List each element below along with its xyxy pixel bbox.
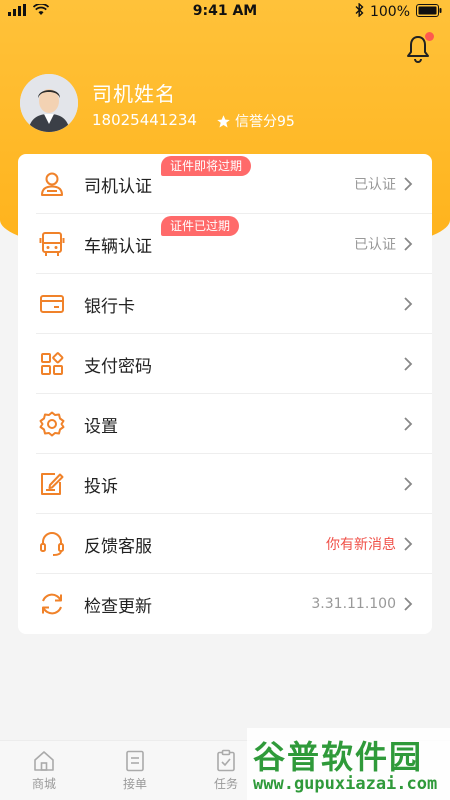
tab-label: 接单 bbox=[122, 777, 147, 791]
edit-icon bbox=[38, 470, 66, 498]
expiry-warning-badge: 证件即将过期 bbox=[161, 156, 252, 176]
battery-icon bbox=[416, 3, 442, 21]
star-icon bbox=[217, 114, 230, 127]
menu-card: 司机认证 证件即将过期 已认证 车辆认证 证件已过期 已认证 银行卡 支付密码 bbox=[18, 154, 432, 634]
card-icon bbox=[38, 290, 66, 318]
watermark: 谷普软件园 www.gupuxiazai.com bbox=[247, 728, 450, 800]
notification-bell-button[interactable] bbox=[404, 32, 434, 64]
menu-item-complaint[interactable]: 投诉 bbox=[18, 454, 432, 514]
chevron-right-icon bbox=[404, 597, 413, 611]
menu-item-label: 车辆认证 bbox=[84, 236, 152, 257]
menu-item-label: 支付密码 bbox=[84, 356, 152, 377]
chevron-right-icon bbox=[404, 537, 413, 551]
tab-orders[interactable]: 接单 bbox=[105, 749, 165, 792]
credit-label: 信誉分95 bbox=[235, 114, 295, 130]
chevron-right-icon bbox=[404, 177, 413, 191]
menu-item-vehicle-auth[interactable]: 车辆认证 证件已过期 已认证 bbox=[18, 214, 432, 274]
menu-item-label: 设置 bbox=[84, 416, 118, 437]
menu-item-label: 司机认证 bbox=[84, 176, 152, 197]
app-version: 3.31.11.100 bbox=[311, 596, 396, 612]
grid-icon bbox=[38, 350, 66, 378]
home-icon bbox=[34, 751, 54, 771]
menu-item-settings[interactable]: 设置 bbox=[18, 394, 432, 454]
status-bar: 9:41 AM 100% bbox=[0, 0, 450, 24]
watermark-logo: 谷普软件园 bbox=[253, 738, 424, 776]
user-icon bbox=[38, 170, 66, 198]
driver-phone: 18025441234 bbox=[92, 111, 197, 129]
chevron-right-icon bbox=[404, 237, 413, 251]
headset-icon bbox=[38, 530, 66, 558]
notification-dot bbox=[425, 32, 434, 41]
bus-icon bbox=[38, 230, 66, 258]
menu-item-label: 银行卡 bbox=[84, 296, 135, 317]
battery-percent: 100% bbox=[369, 4, 410, 20]
chevron-right-icon bbox=[404, 297, 413, 311]
list-icon bbox=[126, 750, 144, 772]
expired-badge: 证件已过期 bbox=[161, 216, 240, 236]
menu-item-payment-password[interactable]: 支付密码 bbox=[18, 334, 432, 394]
driver-name: 司机姓名 bbox=[92, 82, 176, 106]
status-right: 100% bbox=[355, 2, 442, 21]
gear-icon bbox=[38, 410, 66, 438]
tab-label: 商城 bbox=[31, 777, 56, 791]
avatar[interactable] bbox=[20, 74, 78, 132]
bluetooth-icon bbox=[355, 2, 364, 21]
menu-item-feedback-service[interactable]: 反馈客服 你有新消息 bbox=[18, 514, 432, 574]
refresh-icon bbox=[38, 590, 66, 618]
credit-score: 信誉分95 bbox=[216, 111, 295, 131]
menu-item-value: 已认证 bbox=[354, 177, 396, 193]
task-icon bbox=[217, 749, 235, 772]
menu-item-label: 投诉 bbox=[84, 476, 118, 497]
chevron-right-icon bbox=[404, 357, 413, 371]
driver-avatar-icon bbox=[20, 74, 78, 132]
chevron-right-icon bbox=[404, 477, 413, 491]
tab-mall[interactable]: 商城 bbox=[14, 749, 74, 792]
menu-item-label: 检查更新 bbox=[84, 596, 152, 617]
chevron-right-icon bbox=[404, 417, 413, 431]
menu-item-value: 已认证 bbox=[354, 237, 396, 253]
menu-item-check-update[interactable]: 检查更新 3.31.11.100 bbox=[18, 574, 432, 634]
new-message-notice: 你有新消息 bbox=[326, 537, 396, 553]
watermark-url: www.gupuxiazai.com bbox=[253, 774, 438, 794]
menu-item-driver-auth[interactable]: 司机认证 证件即将过期 已认证 bbox=[18, 154, 432, 214]
menu-item-label: 反馈客服 bbox=[84, 536, 152, 557]
tab-label: 任务 bbox=[213, 777, 238, 791]
menu-item-bank-card[interactable]: 银行卡 bbox=[18, 274, 432, 334]
